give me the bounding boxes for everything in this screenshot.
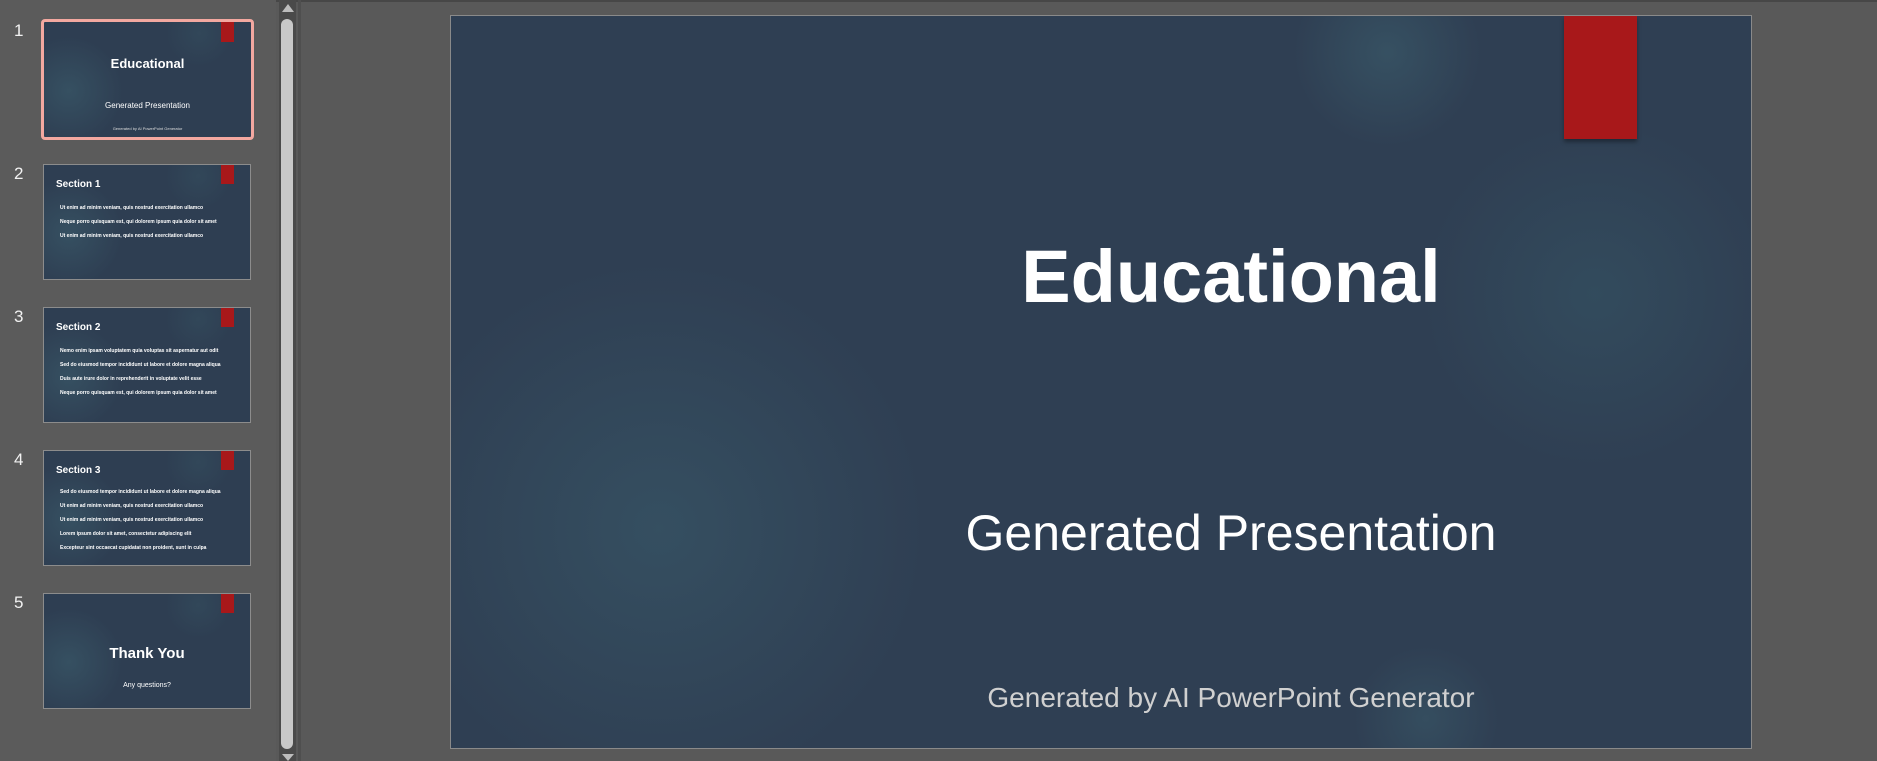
red-ribbon-accent bbox=[221, 308, 234, 327]
thumbnail-bullet: Sed do eiusmod tempor incididunt ut labo… bbox=[60, 362, 221, 368]
pane-divider[interactable] bbox=[298, 0, 301, 761]
thumbnail-bullet: Lorem ipsum dolor sit amet, consectetur … bbox=[60, 531, 192, 537]
red-ribbon-accent bbox=[221, 22, 234, 42]
thumbnail-bullet: Excepteur sint occaecat cupidatat non pr… bbox=[60, 545, 207, 551]
slide-thumbnail-4[interactable]: Section 3 Sed do eiusmod tempor incididu… bbox=[43, 450, 251, 566]
thumbnail-bullet: Ut enim ad minim veniam, quis nostrud ex… bbox=[60, 233, 204, 239]
thumbnail-row-3: 3 Section 2 Nemo enim ipsam voluptatem q… bbox=[0, 307, 276, 431]
slide-thumbnail-3[interactable]: Section 2 Nemo enim ipsam voluptatem qui… bbox=[43, 307, 251, 423]
red-ribbon-accent[interactable] bbox=[1564, 16, 1637, 139]
thumbnail-bullet: Ut enim ad minim veniam, quis nostrud ex… bbox=[60, 517, 204, 523]
slide-title[interactable]: Educational bbox=[751, 234, 1711, 319]
slide-canvas[interactable]: Educational Generated Presentation Gener… bbox=[450, 15, 1752, 749]
slide-thumbnail-pane: 1 Educational Generated Presentation Gen… bbox=[0, 0, 276, 761]
thumbnail-title: Thank You bbox=[109, 645, 185, 662]
slide-number: 4 bbox=[14, 450, 24, 469]
thumbnail-bullet-list: Ut enim ad minim veniam, quis nostrud ex… bbox=[60, 201, 217, 243]
thumbnail-bullet-list: Sed do eiusmod tempor incididunt ut labo… bbox=[60, 485, 221, 555]
slide-thumbnail-2[interactable]: Section 1 Ut enim ad minim veniam, quis … bbox=[43, 164, 251, 280]
thumbnail-bullet: Duis aute irure dolor in reprehenderit i… bbox=[60, 376, 202, 382]
thumbnail-bullet: Nemo enim ipsam voluptatem quia voluptas… bbox=[60, 348, 219, 354]
slide-footer[interactable]: Generated by AI PowerPoint Generator bbox=[751, 682, 1711, 714]
thumbnail-heading: Section 1 bbox=[56, 179, 101, 190]
red-ribbon-accent bbox=[221, 165, 234, 184]
thumbnail-subtitle: Any questions? bbox=[123, 682, 171, 689]
thumbnail-title: Educational bbox=[110, 56, 185, 71]
slide-thumbnail-1[interactable]: Educational Generated Presentation Gener… bbox=[41, 19, 254, 140]
slide-thumbnail-5[interactable]: Thank You Any questions? bbox=[43, 593, 251, 709]
thumbnail-row-4: 4 Section 3 Sed do eiusmod tempor incidi… bbox=[0, 450, 276, 574]
thumbnail-row-5: 5 Thank You Any questions? bbox=[0, 593, 276, 717]
slide-number: 3 bbox=[14, 307, 24, 326]
chevron-up-icon[interactable] bbox=[282, 4, 294, 12]
slide-number: 5 bbox=[14, 593, 24, 612]
thumbnail-heading: Section 2 bbox=[56, 322, 101, 333]
thumbnail-bullet: Sed do eiusmod tempor incididunt ut labo… bbox=[60, 489, 221, 495]
red-ribbon-accent bbox=[221, 451, 234, 470]
thumbnail-bullet: Neque porro quisquam est, qui dolorem ip… bbox=[60, 219, 217, 225]
thumbnail-subtitle: Generated Presentation bbox=[105, 101, 190, 110]
thumbnail-bullet-list: Nemo enim ipsam voluptatem quia voluptas… bbox=[60, 344, 221, 400]
thumbnail-bullet: Neque porro quisquam est, qui dolorem ip… bbox=[60, 390, 217, 396]
red-ribbon-accent bbox=[221, 594, 234, 613]
slide-number: 1 bbox=[14, 21, 24, 40]
thumbnail-row-2: 2 Section 1 Ut enim ad minim veniam, qui… bbox=[0, 164, 276, 288]
thumbnail-scrollbar[interactable] bbox=[279, 0, 296, 761]
thumbnail-footer: Generated by AI PowerPoint Generator bbox=[112, 126, 183, 131]
scrollbar-thumb[interactable] bbox=[281, 19, 293, 749]
thumbnail-row-1: 1 Educational Generated Presentation Gen… bbox=[0, 19, 276, 145]
thumbnail-bullet: Ut enim ad minim veniam, quis nostrud ex… bbox=[60, 205, 204, 211]
slide-subtitle[interactable]: Generated Presentation bbox=[751, 504, 1711, 562]
thumbnail-bullet: Ut enim ad minim veniam, quis nostrud ex… bbox=[60, 503, 204, 509]
slide-number: 2 bbox=[14, 164, 24, 183]
thumbnail-heading: Section 3 bbox=[56, 465, 101, 476]
chevron-down-icon[interactable] bbox=[282, 754, 294, 761]
